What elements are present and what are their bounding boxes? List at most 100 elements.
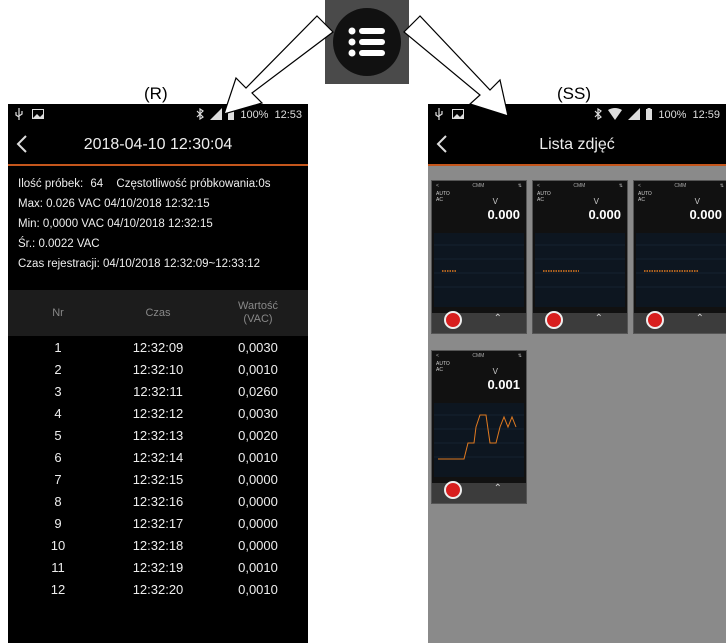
image-icon <box>32 108 44 122</box>
table-row: 4 12:32:12 0,0030 <box>8 402 308 424</box>
thumb-graph <box>434 233 524 307</box>
row-value: 0,0010 <box>238 449 278 465</box>
row-nr: 8 <box>54 493 62 509</box>
thumb-ac: AC <box>638 197 645 203</box>
row-value: 0,0000 <box>238 515 278 531</box>
col-header-value: Wartość (VAC) <box>238 300 278 325</box>
thumb-ac: AC <box>436 197 443 203</box>
table-row: 10 12:32:18 0,0000 <box>8 534 308 556</box>
thumb-ac: AC <box>436 367 443 373</box>
app-bar: 2018-04-10 12:30:04 <box>8 126 308 166</box>
col-header-czas: Czas <box>145 307 171 319</box>
row-time: 12:32:18 <box>132 537 184 553</box>
row-time: 12:32:14 <box>132 449 184 465</box>
back-arrow-icon: < <box>638 183 641 189</box>
thumb-reading: 0.000 <box>689 207 722 222</box>
record-icon <box>545 311 563 329</box>
back-arrow-icon[interactable] <box>16 134 28 160</box>
table-row: 9 12:32:17 0,0000 <box>8 512 308 534</box>
row-nr: 6 <box>54 449 62 465</box>
thumb-graph <box>434 403 524 477</box>
status-bar: 100% 12:53 <box>8 104 308 126</box>
bluetooth-icon <box>594 107 603 123</box>
arrow-left <box>223 15 334 115</box>
avg-value: Śr.: 0.0022 VAC <box>18 238 100 250</box>
row-time: 12:32:09 <box>132 339 184 355</box>
usb-icon <box>14 107 24 123</box>
row-value: 0,0260 <box>238 383 278 399</box>
back-arrow-icon: < <box>436 183 439 189</box>
page-title: Lista zdjęć <box>539 136 615 153</box>
photo-thumbnail[interactable]: < CMM ⇅ AUTO AC V 0.000 ⌃ <box>431 180 527 334</box>
list-menu-icon-box <box>325 0 409 84</box>
bluetooth-icon <box>196 107 205 123</box>
caption-ss: (SS) <box>557 84 591 103</box>
record-info: Ilość próbek: 64 Częstotliwość próbkowan… <box>8 166 308 278</box>
battery-percent: 100% <box>658 109 687 121</box>
battery-icon <box>228 107 235 123</box>
thumb-unit: V <box>492 367 498 376</box>
row-nr: 5 <box>54 427 62 443</box>
back-arrow-icon: < <box>537 183 540 189</box>
col-header-nr: Nr <box>52 307 64 319</box>
row-value: 0,0030 <box>238 339 278 355</box>
row-nr: 10 <box>50 537 66 553</box>
list-menu-icon[interactable] <box>333 8 401 76</box>
back-arrow-icon[interactable] <box>436 134 448 160</box>
row-nr: 2 <box>54 361 62 377</box>
clock: 12:53 <box>274 109 302 121</box>
samples-label: Ilość próbek: <box>18 178 84 190</box>
sync-icon: ⇅ <box>517 183 522 189</box>
thumb-mode: CMM <box>573 183 586 189</box>
thumb-unit: V <box>593 197 599 206</box>
table-row: 2 12:32:10 0,0010 <box>8 358 308 380</box>
row-nr: 9 <box>54 515 62 531</box>
table-row: 1 12:32:09 0,0030 <box>8 336 308 358</box>
row-value: 0,0000 <box>238 471 278 487</box>
table-row: 7 12:32:15 0,0000 <box>8 468 308 490</box>
chevron-up-icon: ⌃ <box>695 313 704 324</box>
signal-icon <box>210 107 223 123</box>
photo-thumbnail[interactable]: < CMM ⇅ AUTO AC V 0.000 ⌃ <box>532 180 628 334</box>
row-time: 12:32:19 <box>132 559 184 575</box>
photo-gallery: < CMM ⇅ AUTO AC V 0.000 ⌃ < CMM ⇅ AUTO AC V 0.000 ⌃ < CMM… <box>428 166 726 643</box>
thumb-mode: CMM <box>674 183 687 189</box>
thumb-ac: AC <box>537 197 544 203</box>
photo-thumbnail[interactable]: < CMM ⇅ AUTO AC V 0.001 ⌃ <box>431 350 527 504</box>
row-time: 12:32:11 <box>133 383 183 399</box>
row-time: 12:32:20 <box>132 581 184 597</box>
battery-icon <box>646 107 653 123</box>
chevron-up-icon: ⌃ <box>493 313 502 324</box>
caption-r: (R) <box>144 84 168 103</box>
row-value: 0,0020 <box>238 427 278 443</box>
chevron-up-icon: ⌃ <box>594 313 603 324</box>
record-table: 1 12:32:09 0,0030 2 12:32:10 0,0010 3 12:32:11 0… <box>8 336 308 600</box>
record-icon <box>444 481 462 499</box>
thumb-unit: V <box>492 197 498 206</box>
row-time: 12:32:16 <box>132 493 184 509</box>
table-row: 12 12:32:20 0,0010 <box>8 578 308 600</box>
photo-list-screen: 100% 12:59 Lista zdjęć < CMM ⇅ AUTO AC V 0.000… <box>428 104 726 643</box>
row-nr: 1 <box>54 339 62 355</box>
thumb-unit: V <box>694 197 700 206</box>
record-icon <box>646 311 664 329</box>
thumb-graph <box>636 233 726 307</box>
max-value: Max: 0.026 VAC 04/10/2018 12:32:15 <box>18 198 210 210</box>
chevron-up-icon: ⌃ <box>493 483 502 494</box>
thumb-mode: CMM <box>472 183 485 189</box>
thumb-mode: CMM <box>472 353 485 359</box>
thumb-reading: 0.000 <box>487 207 520 222</box>
signal-icon <box>628 107 641 123</box>
photo-thumbnail[interactable]: < CMM ⇅ AUTO AC V 0.000 ⌃ <box>633 180 726 334</box>
row-value: 0,0030 <box>238 405 278 421</box>
image-icon <box>452 108 464 122</box>
samples-value: 64 <box>90 178 104 190</box>
row-time: 12:32:13 <box>132 427 184 443</box>
rate-value: 0s <box>258 178 271 190</box>
table-row: 5 12:32:13 0,0020 <box>8 424 308 446</box>
recording-time: Czas rejestracji: 04/10/2018 12:32:09~12… <box>18 258 260 270</box>
row-value: 0,0000 <box>238 537 278 553</box>
row-value: 0,0010 <box>238 361 278 377</box>
battery-percent: 100% <box>240 109 269 121</box>
row-value: 0,0010 <box>238 559 278 575</box>
